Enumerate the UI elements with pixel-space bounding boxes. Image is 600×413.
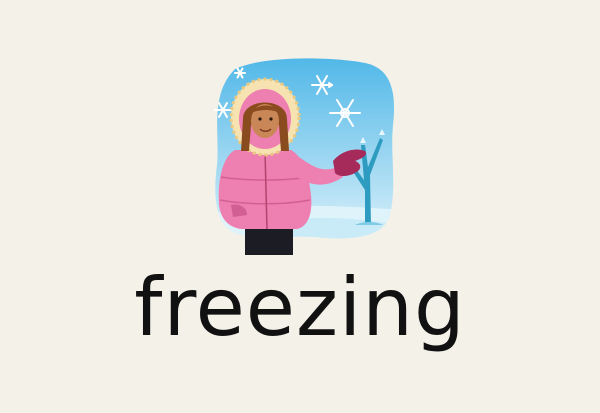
girl-in-winter-coat-snow-icon: [214, 58, 395, 255]
vocabulary-word: freezing: [134, 261, 466, 354]
flashcard: freezing: [0, 0, 600, 413]
